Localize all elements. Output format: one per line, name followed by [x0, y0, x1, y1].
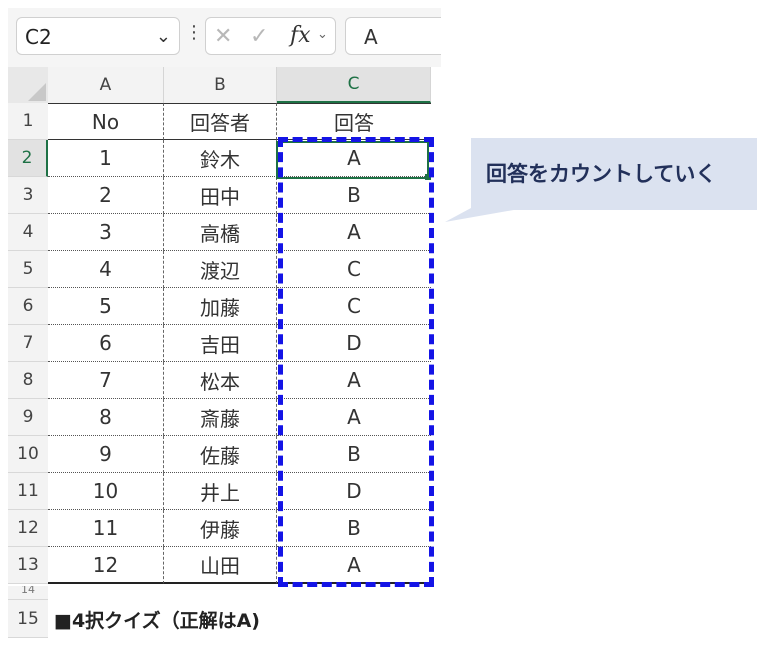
cell-c13[interactable]: A [277, 547, 431, 584]
cell-c9[interactable]: A [277, 399, 431, 436]
row-header-15[interactable]: 15 [8, 600, 48, 638]
chevron-down-icon[interactable]: ⌄ [156, 26, 171, 47]
cell-a10[interactable]: 9 [48, 436, 164, 473]
active-cell-border [276, 141, 429, 179]
cell-c6[interactable]: C [277, 288, 431, 325]
cell-c11[interactable]: D [277, 473, 431, 510]
column-header-c[interactable]: C [277, 67, 431, 103]
select-all-button[interactable] [8, 67, 48, 103]
cell-b11[interactable]: 井上 [164, 473, 277, 510]
cell-c7[interactable]: D [277, 325, 431, 362]
row-header-4[interactable]: 4 [8, 214, 48, 251]
cell-a5[interactable]: 4 [48, 251, 164, 288]
check-icon[interactable]: ✓ [250, 24, 268, 49]
chevron-down-icon[interactable]: ⌄ [317, 27, 328, 42]
header-cell-b[interactable]: 回答者 [164, 103, 277, 140]
cell-a4[interactable]: 3 [48, 214, 164, 251]
select-all-triangle-icon [28, 83, 46, 101]
cell-a3[interactable]: 2 [48, 177, 164, 214]
cell-a2[interactable]: 1 [48, 140, 164, 177]
row-header-11[interactable]: 11 [8, 473, 48, 510]
x-icon[interactable]: ✕ [214, 24, 232, 49]
row-header-8[interactable]: 8 [8, 362, 48, 399]
row-header-14[interactable]: 14 [8, 586, 48, 600]
row-header-10[interactable]: 10 [8, 436, 48, 473]
vertical-dots-icon[interactable]: ⋮ [185, 23, 203, 43]
cell-b6[interactable]: 加藤 [164, 288, 277, 325]
cell-a13[interactable]: 12 [48, 547, 164, 584]
row-header-2[interactable]: 2 [8, 140, 48, 177]
cell-b3[interactable]: 田中 [164, 177, 277, 214]
row-header-13[interactable]: 13 [8, 547, 48, 584]
header-cell-a[interactable]: No [48, 103, 164, 140]
spreadsheet-grid: A B C 1 No 回答者 回答 2 1 鈴木 A 3 2 田中 B 4 3 高橋 A 5 4 渡辺 C 6 5 加藤 C 7… [8, 67, 441, 640]
cell-c4[interactable]: A [277, 214, 431, 251]
cell-a8[interactable]: 7 [48, 362, 164, 399]
cell-a12[interactable]: 11 [48, 510, 164, 547]
cell-b5[interactable]: 渡辺 [164, 251, 277, 288]
formula-value: A [364, 25, 378, 49]
column-header-a[interactable]: A [48, 67, 164, 103]
cell-c12[interactable]: B [277, 510, 431, 547]
row-header-6[interactable]: 6 [8, 288, 48, 325]
row-header-9[interactable]: 9 [8, 399, 48, 436]
formula-input[interactable]: A [345, 17, 441, 55]
formula-controls: ✕ ✓ fx ⌄ [205, 17, 336, 55]
cell-c10[interactable]: B [277, 436, 431, 473]
column-header-b[interactable]: B [164, 67, 277, 103]
cell-a7[interactable]: 6 [48, 325, 164, 362]
cell-b7[interactable]: 吉田 [164, 325, 277, 362]
header-cell-c[interactable]: 回答 [277, 103, 431, 140]
cell-b9[interactable]: 斎藤 [164, 399, 277, 436]
row-header-5[interactable]: 5 [8, 251, 48, 288]
callout-box: 回答をカウントしていく [471, 138, 757, 210]
row-header-1[interactable]: 1 [8, 103, 48, 140]
cell-b10[interactable]: 佐藤 [164, 436, 277, 473]
cell-c8[interactable]: A [277, 362, 431, 399]
callout-pointer [445, 208, 525, 222]
cell-c3[interactable]: B [277, 177, 431, 214]
cell-b2[interactable]: 鈴木 [164, 140, 277, 177]
cell-b8[interactable]: 松本 [164, 362, 277, 399]
row-header-3[interactable]: 3 [8, 177, 48, 214]
cell-a6[interactable]: 5 [48, 288, 164, 325]
cell-b12[interactable]: 伊藤 [164, 510, 277, 547]
cell-b4[interactable]: 高橋 [164, 214, 277, 251]
row-header-12[interactable]: 12 [8, 510, 48, 547]
quiz-section-label[interactable]: ■4択クイズ（正解はA) [54, 600, 260, 638]
cell-a9[interactable]: 8 [48, 399, 164, 436]
callout-text: 回答をカウントしていく [486, 162, 717, 186]
formula-bar: C2 ⌄ ⋮ ✕ ✓ fx ⌄ A [8, 8, 441, 67]
cell-a11[interactable]: 10 [48, 473, 164, 510]
cell-b13[interactable]: 山田 [164, 547, 277, 584]
row-header-7[interactable]: 7 [8, 325, 48, 362]
name-box[interactable]: C2 ⌄ [16, 17, 180, 55]
cell-c5[interactable]: C [277, 251, 431, 288]
fill-handle[interactable] [425, 174, 431, 180]
name-box-value: C2 [25, 25, 52, 49]
fx-icon[interactable]: fx [290, 23, 311, 48]
